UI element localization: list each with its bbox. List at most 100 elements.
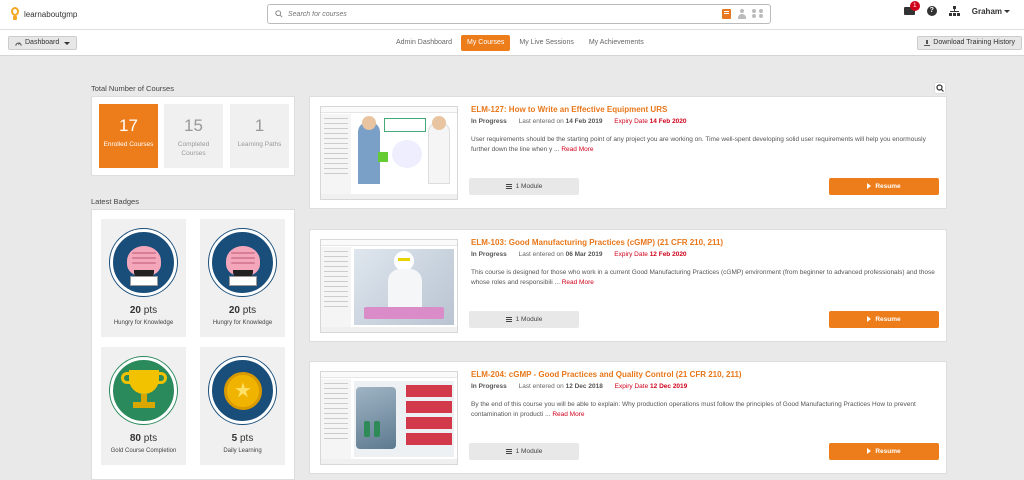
course-search-bar [267,4,771,24]
gold-star-coin-icon: ★ [209,357,276,424]
dashboard-dropdown[interactable]: Dashboard [8,36,78,50]
course-description: User requirements should be the starting… [471,136,926,153]
latest-badges-heading: Latest Badges [91,197,139,206]
last-entered-date: 14 Feb 2019 [565,118,603,125]
last-entered-date: 06 Mar 2019 [565,251,603,258]
last-entered-label: Last entered on [518,118,564,125]
course-meta: In Progress Last entered on 06 Mar 2019 … [471,251,687,258]
tab-my-achievements[interactable]: My Achievements [583,35,650,51]
stat-value: 1 [254,116,265,135]
badge-points: 20 pts [129,305,158,316]
logo[interactable]: learnaboutgmp [10,7,77,21]
expiry-date: 12 Dec 2019 [650,383,688,390]
expiry-label: Expiry Date [614,251,648,258]
badge-points: 5 pts [231,433,254,444]
course-card: ELM-127: How to Write an Effective Equip… [309,96,947,209]
user-filter-icon[interactable] [737,9,746,19]
expiry-label: Expiry Date [614,118,648,125]
course-stats-panel: 17 Enrolled Courses 15 Completed Courses… [91,96,295,176]
brain-book-icon [209,229,276,296]
course-card: ELM-103: Good Manufacturing Practices (c… [309,229,947,342]
lightbulb-logo-icon [10,7,20,21]
badges-panel: 20 pts Hungry for Knowledge 20 pts Hungr… [91,209,295,480]
chevron-down-icon [64,41,71,45]
org-chart-icon[interactable] [948,6,960,16]
last-entered-date: 12 Dec 2018 [565,383,603,390]
badge-name: Hungry for Knowledge [113,320,174,326]
chevron-down-icon [1004,10,1010,14]
badge-name: Gold Course Completion [110,448,177,454]
user-menu[interactable]: Graham [972,7,1010,16]
resume-button[interactable]: Resume [829,178,939,195]
stat-label: Learning Paths [237,141,282,148]
course-status: In Progress [471,118,507,125]
stat-value: 15 [184,116,203,135]
course-title[interactable]: ELM-127: How to Write an Effective Equip… [471,105,667,114]
list-icon [505,448,512,454]
stat-learning-paths[interactable]: 1 Learning Paths [230,104,289,168]
play-icon [867,448,872,455]
course-meta: In Progress Last entered on 12 Dec 2018 … [471,383,687,390]
resume-button[interactable]: Resume [829,443,939,460]
read-more-link[interactable]: Read More [561,146,593,153]
course-meta: In Progress Last entered on 14 Feb 2019 … [471,118,687,125]
logo-text: learnaboutgmp [24,9,78,19]
play-icon [867,316,872,323]
course-thumbnail[interactable] [320,239,458,333]
course-status: In Progress [471,383,507,390]
badge-points: 80 pts [129,433,158,444]
sub-navigation: Dashboard Admin Dashboard My Courses My … [0,30,1024,56]
course-thumbnail[interactable] [320,106,458,200]
messages-icon[interactable]: 1 [903,1,920,15]
user-name: Graham [971,6,1002,16]
top-header: learnaboutgmp 1 ? Graham [0,0,1024,30]
course-card: ELM-204: cGMP - Good Practices and Quali… [309,361,947,474]
stat-enrolled-courses[interactable]: 17 Enrolled Courses [99,104,158,168]
search-icon [275,10,283,18]
course-status: In Progress [471,251,507,258]
read-more-link[interactable]: Read More [562,279,594,286]
modules-button[interactable]: 1 Module [469,178,579,195]
tab-bar: Admin Dashboard My Courses My Live Sessi… [390,35,650,51]
tab-admin-dashboard[interactable]: Admin Dashboard [390,35,458,51]
download-training-history-button[interactable]: Download Training History [917,36,1022,50]
stat-completed-courses[interactable]: 15 Completed Courses [164,104,223,168]
course-thumbnail[interactable] [320,371,458,465]
badge-card[interactable]: 80 pts Gold Course Completion [101,347,186,465]
dashboard-gauge-icon [15,42,22,46]
modules-button[interactable]: 1 Module [469,311,579,328]
list-icon [505,183,512,189]
notification-badge: 1 [909,1,920,11]
expiry-date: 14 Feb 2020 [649,118,687,125]
read-more-link[interactable]: Read More [552,411,584,418]
download-label: Download Training History [933,39,1015,46]
brain-book-icon [110,229,177,296]
badge-name: Daily Learning [223,448,262,454]
list-icon [505,316,512,322]
course-search-toggle[interactable] [934,82,946,94]
tab-my-live-sessions[interactable]: My Live Sessions [513,35,579,51]
course-title[interactable]: ELM-204: cGMP - Good Practices and Quali… [471,370,742,379]
badge-name: Hungry for Knowledge [212,320,273,326]
stat-label: Enrolled Courses [103,141,154,148]
course-title[interactable]: ELM-103: Good Manufacturing Practices (c… [471,238,723,247]
group-filter-icon[interactable] [752,9,764,19]
resume-button[interactable]: Resume [829,311,939,328]
gold-trophy-icon [110,357,177,424]
help-icon[interactable]: ? [926,6,937,16]
search-input[interactable] [288,8,688,21]
total-courses-heading: Total Number of Courses [91,84,174,93]
course-description: By the end of this course you will be ab… [471,401,916,418]
expiry-label: Expiry Date [614,383,649,390]
dashboard-label: Dashboard [25,39,60,46]
badge-card[interactable]: 20 pts Hungry for Knowledge [101,219,186,337]
badge-card[interactable]: ★ 5 pts Daily Learning [200,347,285,465]
download-icon [924,40,931,46]
search-icon [936,84,944,92]
play-icon [867,183,872,190]
tab-my-courses[interactable]: My Courses [461,35,511,51]
stat-value: 17 [119,116,138,135]
courses-filter-icon[interactable] [722,9,731,19]
badge-card[interactable]: 20 pts Hungry for Knowledge [200,219,285,337]
modules-button[interactable]: 1 Module [469,443,579,460]
